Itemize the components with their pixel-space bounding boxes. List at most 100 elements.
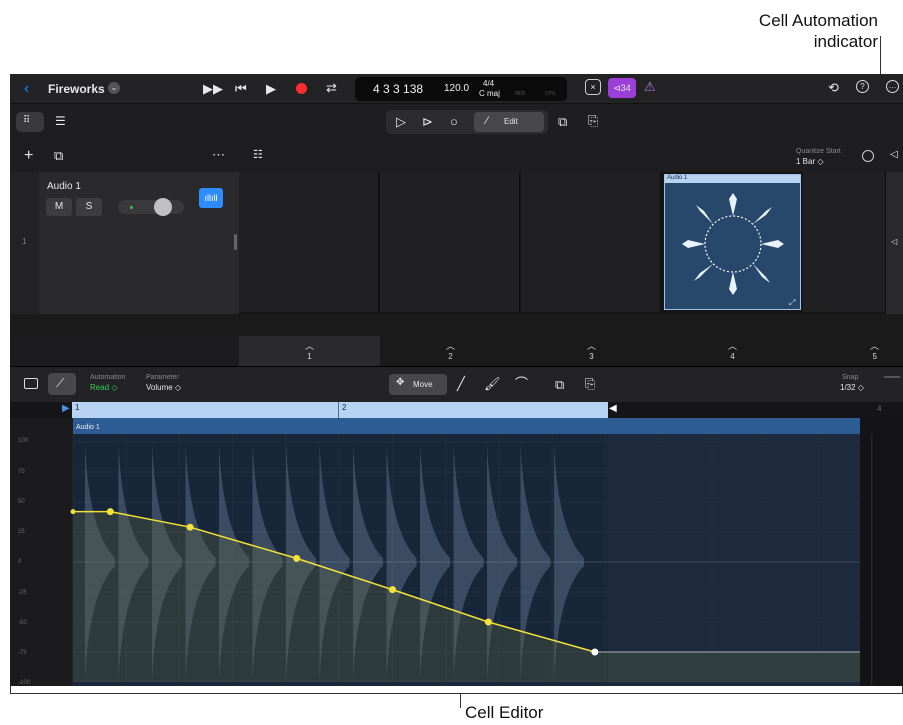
- automation-point[interactable]: [389, 586, 396, 594]
- automation-editor[interactable]: 100 75 50 25 0 -25 -50 -75 -100 Audio 1: [10, 418, 903, 686]
- track-header[interactable]: Audio 1 M S ıllıll: [10, 172, 239, 314]
- tuner-icon[interactable]: ×: [585, 79, 601, 95]
- add-track-icon[interactable]: +: [24, 148, 33, 164]
- play-cell-icon[interactable]: ▷: [396, 115, 406, 128]
- lcd-cpu: CPU: [545, 91, 556, 97]
- automation-graph[interactable]: Audio 1: [10, 418, 903, 686]
- grid-view-icon: ⠿: [23, 115, 31, 126]
- lcd-signature: 4/4: [483, 79, 495, 88]
- mute-button[interactable]: M: [46, 198, 72, 216]
- parameter-value[interactable]: Volume ◇: [146, 384, 181, 392]
- lcd-key: C maj: [479, 89, 500, 98]
- scene-list-icon[interactable]: ☷: [253, 150, 263, 161]
- automation-point[interactable]: [591, 648, 599, 656]
- automation-point[interactable]: [484, 618, 492, 626]
- cell-slot[interactable]: [803, 172, 886, 312]
- stop-all-icon[interactable]: [862, 150, 874, 162]
- cell-editor-callout: Cell Editor: [465, 703, 544, 722]
- count-in-button[interactable]: ⊲34: [608, 78, 636, 98]
- scene-button[interactable]: ︿ 1: [239, 336, 380, 366]
- undo-history-icon[interactable]: ⟲: [828, 81, 839, 94]
- cell-automation-indicator-icon: ⤢: [789, 298, 796, 307]
- more-options-icon[interactable]: …: [886, 80, 899, 93]
- scene-up-icon: ︿: [586, 341, 596, 351]
- scene-number: 2: [448, 352, 453, 361]
- record-cell-icon[interactable]: ○: [450, 115, 458, 128]
- quantize-start-label: Quantize Start: [796, 148, 841, 155]
- play-next-icon[interactable]: ⊳: [422, 115, 433, 128]
- automation-point[interactable]: [106, 508, 114, 516]
- duplicate-track-icon[interactable]: ⧉: [54, 149, 63, 162]
- parameter-label: Parameter: [146, 374, 179, 381]
- audio-cell[interactable]: Audio 1 ⤢: [664, 174, 801, 310]
- track-name: Audio 1: [47, 181, 81, 192]
- play-icon[interactable]: ▶: [266, 82, 276, 95]
- quantize-start-value[interactable]: 1 Bar ◇: [796, 158, 824, 166]
- lcd-tempo: 120.0: [444, 83, 470, 94]
- cell-automation-callout: Cell Automation indicator: [758, 11, 878, 51]
- curve-tool-icon[interactable]: ⌒: [515, 377, 528, 390]
- volume-slider[interactable]: [118, 198, 184, 216]
- record-icon[interactable]: [296, 83, 307, 94]
- scene-button[interactable]: ︿ 3: [521, 336, 662, 366]
- project-title[interactable]: Fireworks: [48, 83, 105, 95]
- track-resize-handle[interactable]: [234, 234, 237, 250]
- scene-button[interactable]: ︿ 2: [380, 336, 521, 366]
- tool-bar: ⠿ ☰ ▷ ⊳ ○ ⁄ Edit ⧉ ⎘: [10, 104, 903, 140]
- logic-app-window: ‹ Fireworks ⌄ ▶▶ ⏮ ▶ ⇄ 4 3 3 138 120.0 4…: [10, 74, 903, 686]
- line-tool-icon[interactable]: ╱: [457, 377, 465, 390]
- edit-mode-button[interactable]: ⁄ Edit: [474, 112, 544, 132]
- region-view-icon[interactable]: [24, 378, 38, 389]
- edit-label: Edit: [504, 117, 518, 126]
- cell-ruler[interactable]: 1 2: [72, 402, 608, 418]
- scene-number: 4: [730, 352, 735, 361]
- playhead-start-icon[interactable]: ▶: [62, 404, 70, 414]
- automation-point[interactable]: [186, 523, 194, 531]
- volume-indicator: [130, 206, 133, 209]
- waveform-icon[interactable]: ıllıll: [199, 188, 223, 208]
- brush-tool-icon[interactable]: 🖌: [484, 377, 501, 390]
- volume-knob[interactable]: [154, 198, 172, 216]
- scene-number: 1: [307, 352, 312, 361]
- metronome-icon[interactable]: ⚠: [644, 80, 656, 93]
- scene-button[interactable]: ︿ 4: [662, 336, 803, 366]
- track-number-column: 1: [10, 172, 39, 314]
- fast-forward-icon[interactable]: ▶▶: [203, 82, 223, 95]
- cycle-icon[interactable]: ⇄: [326, 81, 337, 94]
- editor-resize-handle[interactable]: [884, 376, 900, 378]
- editor-copy-icon[interactable]: ⧉: [555, 378, 564, 391]
- back-chevron-icon[interactable]: ‹: [24, 81, 29, 97]
- paste-icon[interactable]: ⎘: [588, 114, 598, 127]
- automation-point[interactable]: [293, 554, 301, 562]
- solo-button[interactable]: S: [76, 198, 102, 216]
- automation-point[interactable]: [70, 509, 76, 515]
- scene-button[interactable]: ︿ 5: [803, 336, 903, 366]
- help-icon[interactable]: ?: [856, 80, 869, 93]
- copy-icon[interactable]: ⧉: [558, 115, 567, 128]
- ruler-mark-1: 1: [75, 403, 80, 412]
- scene-up-icon: ︿: [304, 341, 314, 351]
- snap-value[interactable]: 1/32 ◇: [840, 384, 864, 392]
- automation-mode-button[interactable]: ⟋: [48, 373, 76, 395]
- automation-mode-value[interactable]: Read ◇: [90, 384, 118, 392]
- cell-end-marker-icon[interactable]: ◀: [609, 404, 617, 414]
- tracks-view-button[interactable]: ☰: [48, 112, 76, 132]
- move-tool-button[interactable]: ✥ Move: [389, 374, 447, 395]
- project-menu-chevron-icon[interactable]: ⌄: [108, 82, 120, 94]
- lcd-position: 4 3 3 138: [373, 82, 424, 96]
- mute-label: M: [54, 201, 64, 212]
- cell-slot[interactable]: [521, 172, 661, 312]
- editor-paste-icon[interactable]: ⎘: [585, 377, 595, 390]
- cell-editor-toolbar: ⟋ Automation Read ◇ Parameter Volume ◇ ✥…: [10, 366, 903, 402]
- scene-up-icon: ︿: [445, 341, 455, 351]
- lcd-midi: MIDI: [515, 91, 526, 97]
- lcd-display[interactable]: 4 3 3 138 120.0 4/4 C maj MIDI CPU: [355, 77, 567, 101]
- track-options-icon[interactable]: ⋯: [212, 148, 225, 161]
- grid-view-button[interactable]: ⠿: [16, 112, 44, 132]
- play-scene-icon[interactable]: ◁: [890, 150, 898, 160]
- cell-slot[interactable]: [380, 172, 520, 312]
- go-to-start-icon[interactable]: ⏮: [235, 82, 247, 95]
- cell-slot[interactable]: [239, 172, 379, 312]
- scene-trigger-icon[interactable]: ◁: [891, 238, 897, 246]
- control-bar: ‹ Fireworks ⌄ ▶▶ ⏮ ▶ ⇄ 4 3 3 138 120.0 4…: [10, 74, 903, 104]
